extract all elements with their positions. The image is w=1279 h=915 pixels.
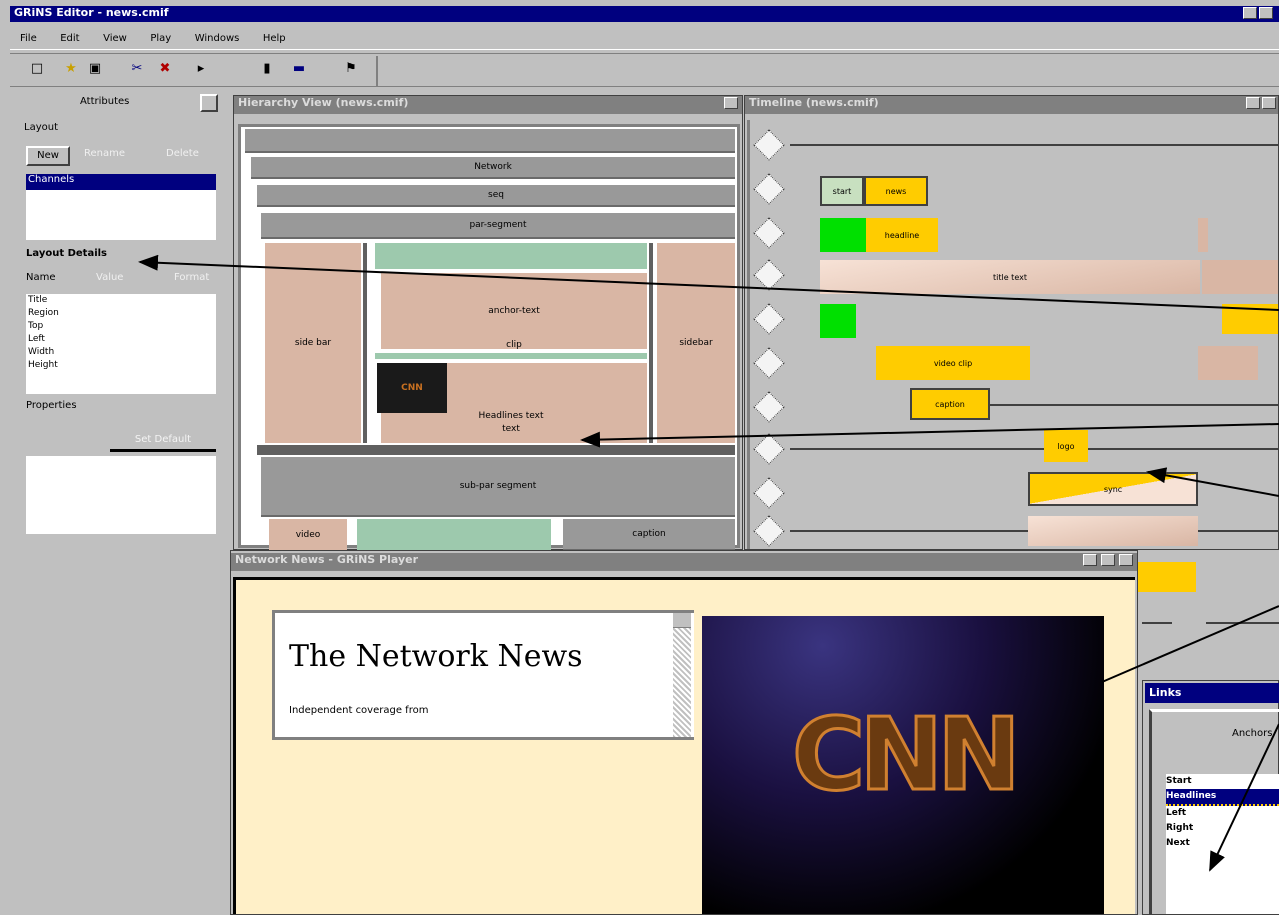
arrow-to-sync-bar [1146, 467, 1279, 497]
arrow-to-headlines [580, 423, 1279, 448]
arrow-to-video [1101, 605, 1279, 683]
annotation-arrows [138, 254, 1279, 872]
arrow-to-layout-details [138, 254, 1279, 311]
arrow-to-links [1209, 723, 1279, 872]
